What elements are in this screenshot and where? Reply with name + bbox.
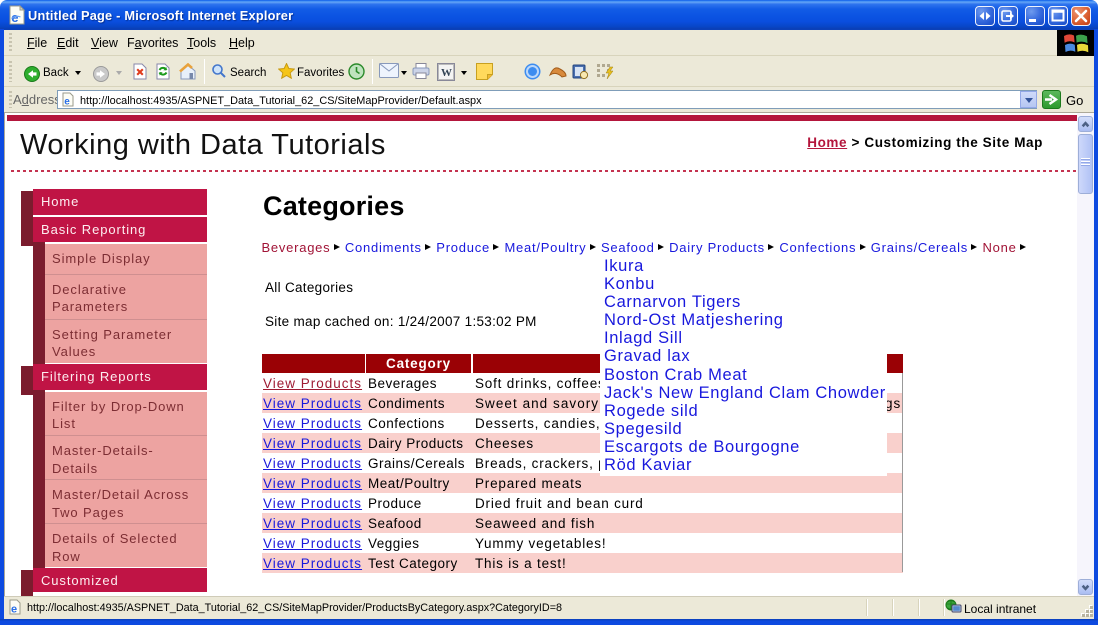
- svg-text:e: e: [64, 97, 70, 107]
- svg-text:W: W: [441, 67, 452, 79]
- svg-text:e: e: [11, 603, 17, 615]
